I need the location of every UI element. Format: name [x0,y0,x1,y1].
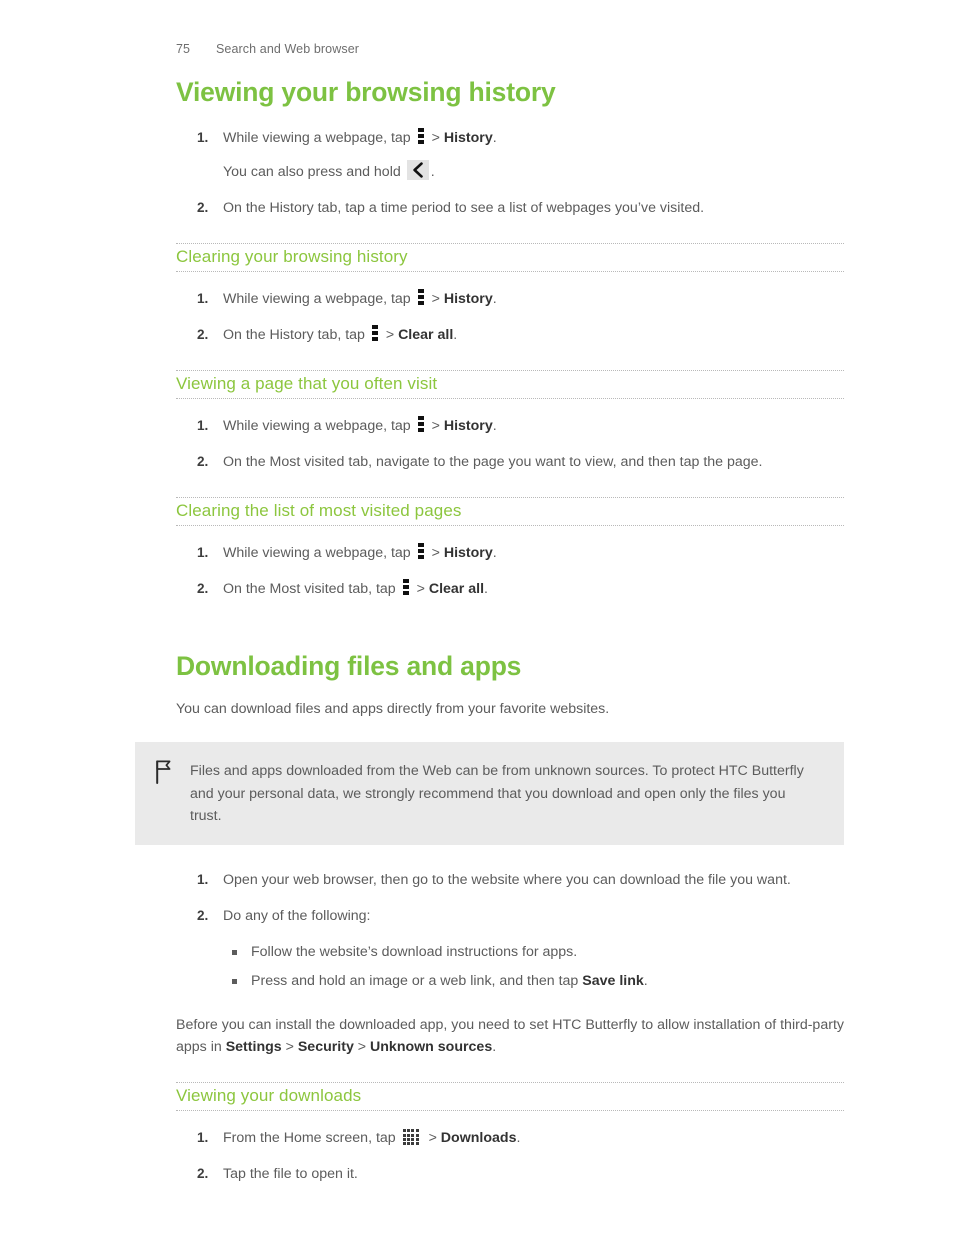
step-text: On the History tab, tap > Clear all. [223,324,457,344]
step-list: 1. While viewing a webpage, tap > History… [176,415,844,473]
emphasis-text: Clear all [398,327,454,344]
overflow-menu-icon [417,127,425,145]
subsection: Viewing your downloads 1. From the Home sc… [176,1082,844,1185]
manual-page: 75 Search and Web browser Viewing your br… [0,0,954,1235]
section-title: Viewing your browsing history [176,77,556,107]
step-item: 2. On the History tab, tap > Clear all. [176,324,844,346]
step-item: 1. Open your web browser, then go to the … [176,869,844,891]
subsection: Clearing your browsing history 1. While vi… [176,243,844,346]
subsection-title: Viewing your downloads [176,1082,844,1112]
subsection: Clearing the list of most visited pages 1… [176,497,844,600]
step-item: 2. On the Most visited tab, tap > Clear a… [176,578,844,600]
step-number: 2. [197,908,209,924]
step-text: Open your web browser, then go to the we… [223,872,791,889]
emphasis-text: Clear all [428,581,485,598]
all-apps-grid-icon [402,1127,422,1146]
step-list: 1. While viewing a webpage, tap > History… [176,127,844,219]
emphasis-text: Settings [225,1039,282,1056]
step-number: 1. [197,1130,209,1146]
step-item: 2. On the Most visited tab, navigate to t… [176,451,844,473]
overflow-menu-icon [417,542,425,560]
overflow-menu-icon [417,288,425,306]
step-item: 1. While viewing a webpage, tap > History… [176,415,844,437]
step-number: 1. [197,545,209,561]
bullet-item: Press and hold an image or a web link, a… [223,970,844,992]
emphasis-text: History [443,418,493,435]
emphasis-text: History [443,545,493,562]
step-list: 1. While viewing a webpage, tap > History… [176,288,844,346]
emphasis-text: History [443,130,493,147]
overflow-menu-icon [417,415,425,433]
step-text: On the Most visited tab, tap > Clear all… [223,578,488,598]
step-text: While viewing a webpage, tap > History. [223,127,497,147]
chapter-name: Search and Web browser [216,42,360,56]
step-text: Do any of the following: [223,908,371,925]
section-closing: Before you can install the downloaded ap… [176,1017,844,1056]
step-item: 1. From the Home screen, tap > Downloads. [176,1127,844,1149]
step-text: While viewing a webpage, tap > History. [223,288,497,308]
emphasis-text: Security [297,1039,354,1056]
step-text: While viewing a webpage, tap > History. [223,415,497,435]
step-number: 1. [197,130,209,146]
page-content: Viewing your browsing history 1. While vie… [135,77,844,1185]
step-item: 2. On the History tab, tap a time period … [176,197,844,219]
step-item: 1. While viewing a webpage, tap > History… [176,127,844,183]
subsection-title: Clearing the list of most visited pages [176,497,844,527]
emphasis-text: Unknown sources [370,1039,493,1056]
step-list: 1. While viewing a webpage, tap > History… [176,542,844,600]
back-arrow-icon [406,160,429,181]
step-number: 2. [197,454,209,470]
step-text: From the Home screen, tap > Downloads. [223,1127,520,1147]
step-number: 1. [197,418,209,434]
running-header: 75 Search and Web browser [176,42,359,56]
overflow-menu-icon [371,324,379,342]
step-text: On the History tab, tap a time period to… [223,200,705,217]
subsection-title: Clearing your browsing history [176,243,844,273]
step-text: While viewing a webpage, tap > History. [223,542,497,562]
page-number: 75 [176,42,191,56]
section-title: Downloading files and apps [176,651,522,682]
subsection: Viewing a page that you often visit 1. Whi… [176,370,844,473]
flag-note-icon [155,760,173,785]
step-list: 1. Open your web browser, then go to the … [176,869,844,992]
note-text: Files and apps downloaded from the Web c… [190,763,804,824]
emphasis-text: History [443,291,493,308]
step-text: On the Most visited tab, navigate to the… [223,454,763,471]
step-item: 2. Do any of the following: Follow the web… [176,905,844,992]
subsection-title: Viewing a page that you often visit [176,370,844,400]
step-number: 2. [197,581,209,597]
step-item: 2. Tap the file to open it. [176,1163,844,1185]
overflow-menu-icon [402,578,410,596]
section-intro: You can download files and apps directly… [176,701,610,718]
bullet-item: Follow the website’s download instructio… [223,941,844,963]
note-callout: Files and apps downloaded from the Web c… [135,742,844,846]
step-text: Tap the file to open it. [223,1166,358,1183]
emphasis-text: Downloads [440,1130,517,1147]
step-sub-note: You can also press and hold . [223,160,844,183]
step-number: 2. [197,1166,209,1182]
step-number: 1. [197,291,209,307]
emphasis-text: Save link [582,973,644,990]
step-list: 1. From the Home screen, tap > Downloads.… [176,1127,844,1185]
step-item: 1. While viewing a webpage, tap > History… [176,288,844,310]
step-number: 2. [197,327,209,343]
bullet-list: Follow the website’s download instructio… [223,941,844,992]
step-number: 1. [197,872,209,888]
step-item: 1. While viewing a webpage, tap > History… [176,542,844,564]
step-number: 2. [197,200,209,216]
